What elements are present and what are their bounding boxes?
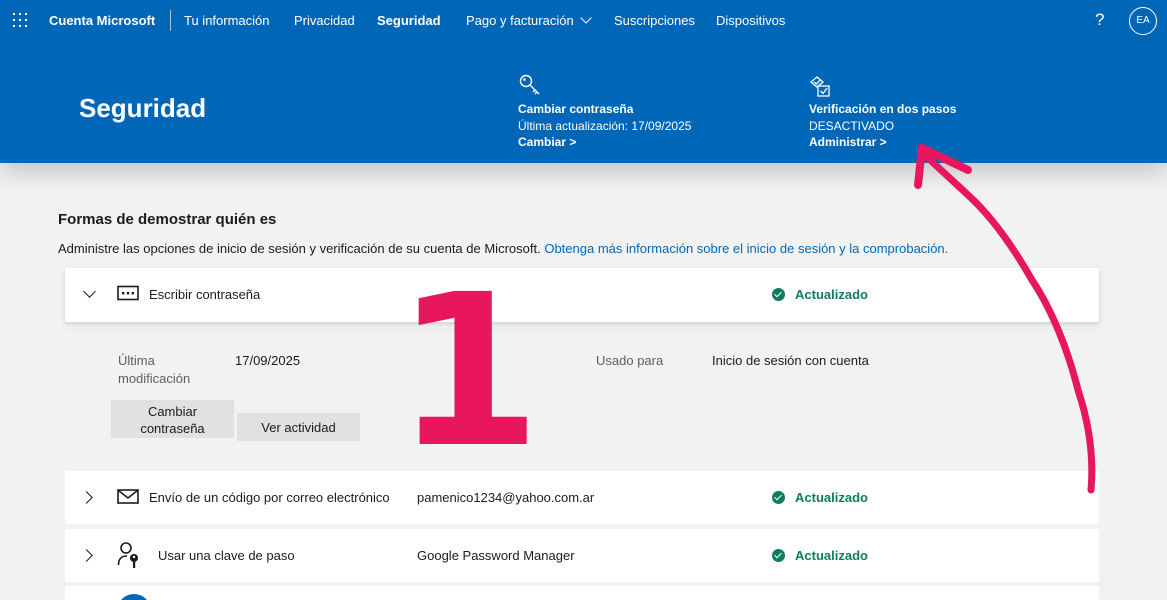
brand-link[interactable]: Cuenta Microsoft (49, 13, 155, 28)
key-icon (519, 74, 540, 95)
nav-suscripciones[interactable]: Suscripciones (614, 13, 695, 28)
change-password-link[interactable]: Cambiar > (518, 134, 691, 151)
status-text: Actualizado (795, 287, 868, 302)
change-password-title: Cambiar contraseña (518, 102, 634, 116)
avatar[interactable]: EA (1129, 7, 1157, 35)
status-text: Actualizado (795, 490, 868, 505)
two-step-title: Verificación en dos pasos (809, 102, 957, 116)
used-for-value: Inicio de sesión con cuenta (712, 353, 869, 368)
method-row-password[interactable]: Escribir contraseña Actualizado (65, 268, 1099, 322)
nav-seguridad[interactable]: Seguridad (377, 13, 441, 28)
last-modified-label: Última modificación (118, 353, 191, 386)
method-label: Escribir contraseña (149, 287, 261, 302)
learn-more-link[interactable]: Obtenga más información sobre el inicio … (544, 241, 948, 256)
shield-check-icon (809, 76, 830, 97)
password-dots-icon (117, 285, 139, 301)
chevron-down-icon[interactable] (83, 285, 96, 298)
two-step-card: Verificación en dos pasos DESACTIVADO Ad… (809, 74, 956, 151)
nav-pago-facturacion[interactable]: Pago y facturación (466, 12, 592, 28)
status-badge: Actualizado (772, 287, 868, 302)
chevron-right-icon[interactable] (80, 491, 93, 504)
status-badge: Actualizado (772, 490, 868, 505)
section-description-text: Administre las opciones de inicio de ses… (58, 241, 541, 256)
status-badge: Actualizado (772, 548, 868, 563)
chevron-down-icon (580, 12, 592, 24)
nav-dispositivos[interactable]: Dispositivos (716, 13, 785, 28)
method-row-email[interactable]: Envío de un código por correo electrónic… (65, 471, 1099, 524)
method-row-partial[interactable] (65, 586, 1099, 600)
mail-icon (117, 489, 139, 504)
view-activity-button[interactable]: Ver actividad (237, 413, 360, 441)
check-circle-icon (772, 288, 785, 301)
method-label: Usar una clave de paso (158, 548, 295, 563)
method-row-passkey[interactable]: Usar una clave de paso Google Password M… (65, 529, 1099, 582)
change-password-card: Cambiar contraseña Última actualización:… (518, 74, 691, 151)
change-password-subtitle: Última actualización: 17/09/2025 (518, 118, 692, 133)
account-avatar-icon (117, 594, 151, 600)
method-label: Envío de un código por correo electrónic… (149, 490, 390, 505)
top-navigation: Cuenta Microsoft Tu información Privacid… (0, 0, 1167, 41)
nav-pago-label: Pago y facturación (466, 13, 574, 28)
method-value: pamenico1234@yahoo.com.ar (417, 490, 595, 505)
section-description: Administre las opciones de inicio de ses… (58, 241, 948, 256)
change-password-button[interactable]: Cambiar contraseña (111, 400, 234, 438)
help-icon[interactable]: ? (1095, 10, 1104, 30)
app-launcher-icon[interactable] (13, 13, 27, 27)
last-modified-value: 17/09/2025 (235, 353, 301, 368)
section-title: Formas de demostrar quién es (58, 211, 277, 228)
two-step-status: DESACTIVADO (809, 118, 895, 133)
status-text: Actualizado (795, 548, 868, 563)
nav-divider (170, 10, 171, 31)
used-for-label: Usado para (596, 353, 664, 368)
password-details-panel: Última modificación 17/09/2025 Usado par… (65, 329, 1099, 468)
person-key-icon (117, 542, 138, 568)
check-circle-icon (772, 491, 785, 504)
security-banner: Seguridad Cambiar contraseña Última actu… (0, 41, 1167, 163)
chevron-right-icon[interactable] (80, 549, 93, 562)
two-step-manage-link[interactable]: Administrar > (809, 134, 956, 151)
check-circle-icon (772, 549, 785, 562)
nav-tu-informacion[interactable]: Tu información (184, 13, 270, 28)
page-title: Seguridad (79, 93, 207, 123)
nav-privacidad[interactable]: Privacidad (294, 13, 355, 28)
method-value: Google Password Manager (417, 548, 575, 563)
